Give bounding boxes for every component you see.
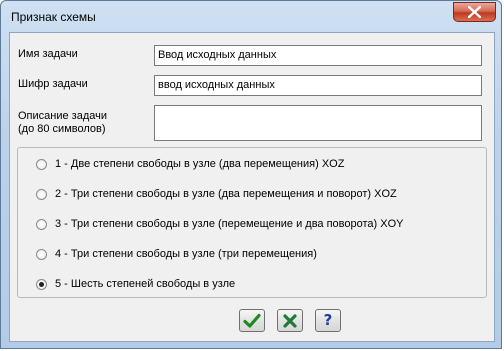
scheme-options-group: 1 - Две степени свободы в узле (два пере… (17, 147, 487, 298)
scheme-option-3[interactable]: 3 - Три степени свободы в узле (перемеще… (36, 216, 404, 232)
cancel-button[interactable] (277, 309, 303, 332)
radio-button-selected[interactable] (36, 278, 47, 290)
radio-button[interactable] (36, 188, 47, 200)
window-title: Признак схемы (11, 10, 96, 24)
scheme-option-label: 1 - Две степени свободы в узле (два пере… (55, 158, 345, 170)
scheme-option-label: 2 - Три степени свободы в узле (два пере… (55, 188, 397, 200)
task-name-input[interactable]: Ввод исходных данных (154, 45, 482, 66)
radio-button[interactable] (36, 248, 47, 260)
scheme-option-1[interactable]: 1 - Две степени свободы в узле (два пере… (36, 156, 344, 172)
task-code-label: Шифр задачи (18, 78, 88, 90)
close-icon (468, 6, 481, 18)
radio-button[interactable] (36, 218, 47, 230)
question-icon: ? (323, 311, 333, 329)
task-description-input[interactable] (154, 105, 482, 141)
task-description-hint: (до 80 символов) (18, 123, 106, 135)
scheme-option-4[interactable]: 4 - Три степени свободы в узле (три пере… (36, 246, 317, 262)
dialog-window: Признак схемы Имя задачи Ввод исходных д… (0, 0, 502, 349)
dialog-content: Имя задачи Ввод исходных данных Шифр зад… (9, 32, 495, 342)
task-name-label: Имя задачи (18, 48, 78, 60)
checkmark-icon (243, 313, 261, 328)
title-bar[interactable]: Признак схемы (1, 1, 501, 31)
scheme-option-5[interactable]: 5 - Шесть степеней свободы в узле (36, 276, 235, 292)
radio-button[interactable] (36, 158, 47, 170)
task-code-input[interactable]: ввод исходных данных (154, 75, 482, 96)
cross-icon (283, 313, 297, 328)
task-description-label: Описание задачи (18, 110, 107, 122)
scheme-option-2[interactable]: 2 - Три степени свободы в узле (два пере… (36, 186, 397, 202)
scheme-option-label: 5 - Шесть степеней свободы в узле (55, 278, 236, 290)
ok-button[interactable] (239, 309, 265, 332)
scheme-option-label: 4 - Три степени свободы в узле (три пере… (55, 248, 317, 260)
close-button[interactable] (453, 2, 496, 22)
help-button[interactable]: ? (315, 309, 341, 332)
scheme-option-label: 3 - Три степени свободы в узле (перемеще… (55, 218, 404, 230)
